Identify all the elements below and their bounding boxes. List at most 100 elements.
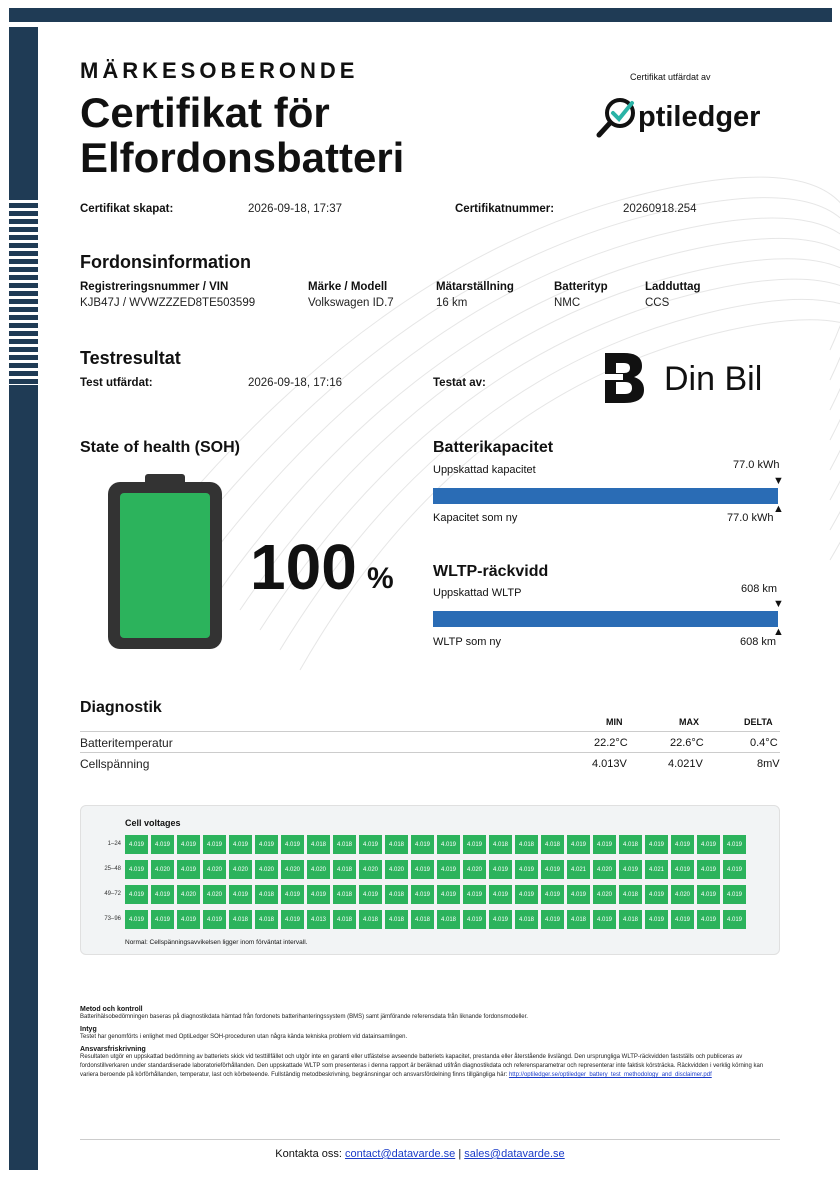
model-value: Volkswagen ID.7 (308, 297, 394, 309)
cell-voltage: 4.019 (697, 885, 720, 904)
disclaimer-block: Resultaten utgör en uppskattad bedömning… (80, 1053, 780, 1080)
diag-col-delta: DELTA (744, 717, 773, 727)
wltp-estimated-label: Uppskattad WLTP (433, 587, 522, 599)
cert-number-value: 20260918.254 (623, 203, 697, 215)
cell-voltage: 4.019 (463, 910, 486, 929)
diag-row-name: Cellspänning (80, 757, 150, 771)
cell-voltage: 4.020 (359, 860, 382, 879)
brand-independent-label: MÄRKESOBERONDE (80, 58, 359, 83)
cell-voltage: 4.019 (723, 860, 746, 879)
cell-voltages-heading: Cell voltages (125, 818, 181, 828)
odometer-label: Mätarställning (436, 281, 514, 293)
soh-heading: State of health (SOH) (80, 439, 241, 456)
cell-voltage: 4.020 (203, 860, 226, 879)
page-title: Certifikat för Elfordonsbatteri (80, 90, 500, 180)
cell-voltage: 4.019 (229, 885, 252, 904)
cell-row-label: 25–48 (104, 866, 121, 872)
cell-voltage: 4.018 (255, 885, 278, 904)
title-line-2: Elfordonsbatteri (80, 134, 405, 181)
cell-row-label: 73–96 (104, 916, 121, 922)
cell-voltage: 4.019 (177, 860, 200, 879)
cell-voltage: 4.019 (411, 860, 434, 879)
diag-col-max: MAX (679, 717, 699, 727)
diag-row-name: Batteritemperatur (80, 736, 173, 750)
capacity-marker-top-icon: ▼ (773, 475, 784, 487)
cell-voltage: 4.019 (307, 885, 330, 904)
cell-voltage: 4.018 (385, 835, 408, 854)
cell-voltage: 4.019 (697, 835, 720, 854)
contact-label: Kontakta oss: (275, 1148, 342, 1160)
cell-voltage: 4.020 (255, 860, 278, 879)
cell-voltage: 4.018 (515, 910, 538, 929)
cell-voltage: 4.019 (359, 835, 382, 854)
cell-row-label: 1–24 (107, 841, 121, 847)
wltp-bar-track (433, 611, 778, 627)
method-heading: Metod och kontroll (80, 1006, 143, 1013)
vehicle-heading: Fordonsinformation (80, 252, 251, 272)
cell-voltage: 4.019 (723, 835, 746, 854)
cell-voltages-panel: Cell voltages 1–24 4.019 4.019 4.019 4.019 4.… (80, 805, 780, 955)
cell-voltage: 4.019 (541, 885, 564, 904)
battery-graphic (108, 474, 222, 649)
cell-voltage: 4.019 (177, 910, 200, 929)
cell-voltage: 4.018 (255, 910, 278, 929)
cell-voltage: 4.019 (281, 835, 304, 854)
cell-voltage: 4.019 (723, 885, 746, 904)
cell-voltage: 4.019 (125, 910, 148, 929)
cell-voltage: 4.019 (697, 860, 720, 879)
title-line-1: Certifikat för (80, 89, 330, 136)
model-label: Märke / Modell (308, 281, 388, 293)
cert-number-label: Certifikatnummer: (455, 203, 555, 215)
cell-voltage: 4.019 (489, 860, 512, 879)
divider (80, 752, 780, 753)
soh-unit: % (367, 562, 394, 595)
cell-voltage: 4.020 (281, 860, 304, 879)
cell-voltage: 4.019 (437, 885, 460, 904)
odometer-value: 16 km (436, 297, 468, 309)
cell-voltage: 4.018 (229, 910, 252, 929)
method-text: Batterihälsobedömningen baseras på diagn… (80, 1014, 528, 1020)
cell-voltage: 4.019 (125, 860, 148, 879)
cell-voltage: 4.018 (385, 910, 408, 929)
battery-type-value: NMC (554, 297, 581, 309)
cell-voltage: 4.019 (437, 860, 460, 879)
optiledger-logo: ptiledger (596, 95, 786, 139)
cell-voltage: 4.018 (411, 910, 434, 929)
footer-divider (80, 1139, 780, 1140)
cell-voltage: 4.018 (385, 885, 408, 904)
cell-voltage: 4.018 (619, 885, 642, 904)
cell-voltage: 4.018 (307, 835, 330, 854)
cell-voltage: 4.018 (437, 910, 460, 929)
diag-row-delta: 8mV (757, 758, 780, 770)
cell-voltage: 4.019 (411, 885, 434, 904)
cell-voltage: 4.019 (281, 885, 304, 904)
cell-voltage: 4.018 (333, 885, 356, 904)
cell-voltage: 4.021 (567, 860, 590, 879)
cell-voltage: 4.020 (229, 860, 252, 879)
diag-row-min: 22.2°C (594, 737, 628, 749)
cell-voltage: 4.020 (307, 860, 330, 879)
cell-voltage: 4.019 (229, 835, 252, 854)
cell-voltage: 4.019 (281, 910, 304, 929)
cell-normal-note: Normal: Cellspänningsavvikelsen ligger i… (125, 939, 308, 946)
cell-voltage: 4.019 (203, 835, 226, 854)
reg-value: KJB47J / WVWZZZED8TE503599 (80, 297, 256, 309)
cell-voltage: 4.019 (515, 885, 538, 904)
sales-email-link[interactable]: sales@datavarde.se (464, 1148, 564, 1160)
capacity-new-label: Kapacitet som ny (433, 512, 518, 524)
wltp-marker-top-icon: ▼ (773, 598, 784, 610)
methodology-link[interactable]: http://optiledger.se/optiledger_battery_… (509, 1072, 712, 1078)
wltp-estimated-value: 608 km (741, 583, 778, 595)
wltp-bar-fill (433, 611, 778, 627)
cell-voltage: 4.013 (307, 910, 330, 929)
cell-voltage: 4.019 (541, 910, 564, 929)
cell-voltage: 4.019 (645, 835, 668, 854)
cell-voltage: 4.020 (151, 860, 174, 879)
capacity-bar-track (433, 488, 778, 504)
cell-voltage: 4.019 (541, 860, 564, 879)
cell-voltage: 4.019 (567, 885, 590, 904)
created-value: 2026-09-18, 17:37 (248, 203, 342, 215)
cell-voltage: 4.019 (723, 910, 746, 929)
capacity-bar-fill (433, 488, 778, 504)
contact-email-link[interactable]: contact@datavarde.se (345, 1148, 455, 1160)
